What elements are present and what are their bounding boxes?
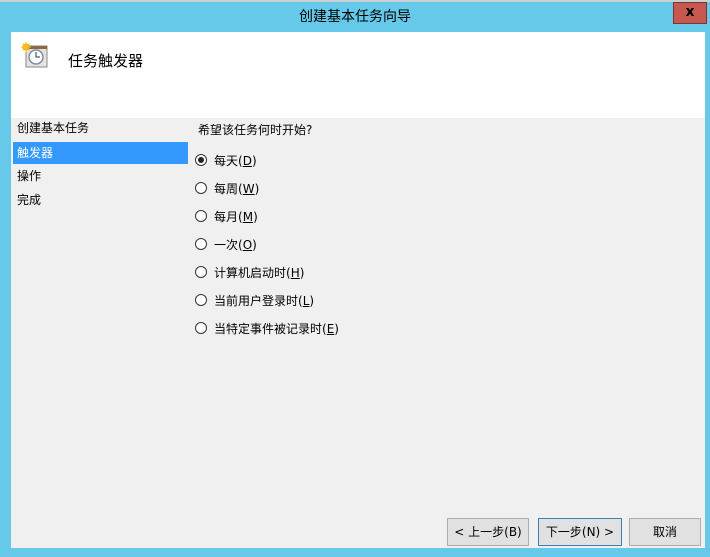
radio-button[interactable] [195,154,207,166]
option-label: 每周(W) [214,181,260,196]
option-text: 当前用户登录时 [214,293,299,308]
option-label: 一次(O) [214,237,257,252]
nav-step-finish[interactable]: 完成 [13,190,188,214]
trigger-option-h[interactable]: 计算机启动时(H) [195,258,339,286]
option-access-key: E [326,321,335,336]
wizard-client: 任务触发器 创建基本任务 触发器 操作 完成 希望该任务何时开始? 每天(D) 每… [11,32,705,548]
option-label: 计算机启动时(H) [214,265,305,280]
option-access-key: W [242,181,255,196]
radio-button[interactable] [195,182,207,194]
option-label: 每天(D) [214,153,257,168]
radio-button[interactable] [195,294,207,306]
trigger-options: 每天(D) 每周(W) 每月(M) 一次(O) 计算机启动时(H) 当前用户登录时(L) 当… [195,146,339,342]
trigger-option-d[interactable]: 每天(D) [195,146,339,174]
nav-step-action[interactable]: 操作 [13,166,188,190]
close-button[interactable]: x [673,2,707,24]
back-button[interactable]: < 上一步(B) [447,518,529,546]
trigger-option-o[interactable]: 一次(O) [195,230,339,258]
option-text: 当特定事件被记录时 [214,321,323,336]
wizard-header: 任务触发器 [11,32,705,118]
cancel-button[interactable]: 取消 [629,518,701,546]
radio-button[interactable] [195,322,207,334]
option-text: 每月 [214,209,239,224]
option-label: 当特定事件被记录时(E) [214,321,339,336]
radio-button[interactable] [195,210,207,222]
trigger-option-m[interactable]: 每月(M) [195,202,339,230]
window-title: 创建基本任务向导 [299,9,411,25]
option-label: 当前用户登录时(L) [214,293,315,308]
option-access-key: L [302,293,310,308]
page-title: 任务触发器 [68,52,144,70]
nav-step-create[interactable]: 创建基本任务 [13,118,188,142]
trigger-option-w[interactable]: 每周(W) [195,174,339,202]
trigger-option-l[interactable]: 当前用户登录时(L) [195,286,339,314]
next-button[interactable]: 下一步(N) > [538,518,622,546]
option-text: 每周 [214,181,239,196]
option-text: 计算机启动时 [214,265,287,280]
option-text: 每天 [214,153,239,168]
trigger-question: 希望该任务何时开始? [198,123,313,137]
radio-button[interactable] [195,238,207,250]
nav-step-trigger[interactable]: 触发器 [13,142,188,164]
option-access-key: H [290,265,300,280]
option-access-key: M [242,209,254,224]
wizard-steps: 创建基本任务 触发器 操作 完成 [13,118,188,214]
option-text: 一次 [214,237,239,252]
option-access-key: O [242,237,253,252]
option-label: 每月(M) [214,209,258,224]
radio-button[interactable] [195,266,207,278]
task-scheduler-clock-icon [21,42,48,68]
option-access-key: D [242,153,252,168]
trigger-option-e[interactable]: 当特定事件被记录时(E) [195,314,339,342]
